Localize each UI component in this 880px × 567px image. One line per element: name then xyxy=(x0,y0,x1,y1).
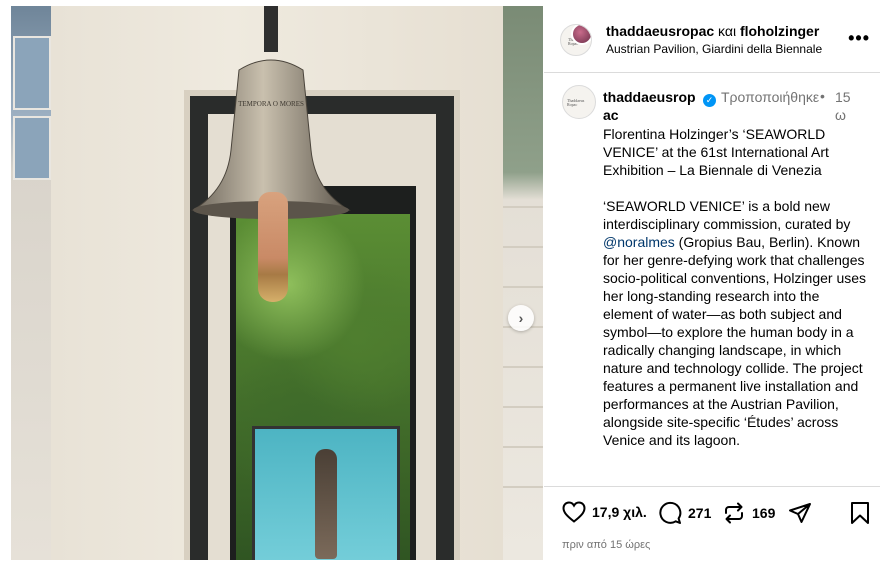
post-caption: Thaddaeus Ropac thaddaeusropac ✓ Τροποπο… xyxy=(544,73,880,485)
caption-avatar[interactable]: Thaddaeus Ropac xyxy=(562,85,596,119)
caption-time[interactable]: 15 ω xyxy=(835,88,861,124)
caption-text: Florentina Holzinger’s ‘SEAWORLD VENICE’… xyxy=(603,125,869,467)
suspended-performer xyxy=(258,192,288,302)
bookmark-icon[interactable] xyxy=(850,501,870,525)
post-actions: 17,9 χιλ. 271 169 πριν από 15 ώρες xyxy=(544,486,880,567)
heart-icon[interactable] xyxy=(562,501,586,523)
verified-badge-icon: ✓ xyxy=(703,94,716,107)
bell-chain xyxy=(264,6,278,52)
comment-action[interactable]: 271 xyxy=(658,501,711,525)
post-panel: Thaddaeus Ropac thaddaeusropac και floho… xyxy=(544,0,880,566)
author-username[interactable]: thaddaeusropac xyxy=(606,23,714,39)
repost-action[interactable]: 169 xyxy=(722,501,775,525)
collaborator-avatar[interactable] xyxy=(571,25,591,45)
post-timestamp[interactable]: πριν από 15 ώρες xyxy=(562,539,650,551)
diver-figure xyxy=(315,449,337,559)
separator-dot: • xyxy=(820,88,825,104)
share-action[interactable] xyxy=(788,501,812,525)
background-building-right xyxy=(503,6,543,560)
caption-line-1: Florentina Holzinger’s ‘SEAWORLD VENICE’… xyxy=(603,126,829,178)
water-tank xyxy=(252,426,400,560)
caption-username[interactable]: thaddaeusropac xyxy=(603,88,703,124)
post-location[interactable]: Austrian Pavilion, Giardini della Bienna… xyxy=(606,42,822,56)
mention-link[interactable]: @noralmes xyxy=(603,234,675,250)
like-count[interactable]: 17,9 χιλ. xyxy=(592,504,647,520)
post-header: Thaddaeus Ropac thaddaeusropac και floho… xyxy=(544,0,880,73)
next-image-button[interactable]: › xyxy=(508,305,534,331)
background-building-left xyxy=(11,6,51,560)
save-action[interactable] xyxy=(850,501,870,525)
post-authors: thaddaeusropac και floholzinger xyxy=(606,23,820,39)
comment-icon[interactable] xyxy=(658,501,682,525)
send-icon[interactable] xyxy=(788,501,812,525)
like-action[interactable]: 17,9 χιλ. xyxy=(562,501,647,523)
repost-icon[interactable] xyxy=(722,501,746,525)
edited-label: Τροποποιήθηκε xyxy=(721,89,820,105)
comment-count[interactable]: 271 xyxy=(688,505,711,521)
chevron-right-icon: › xyxy=(518,310,524,326)
bell-inscription: TEMPORA O MORES xyxy=(238,100,304,108)
repost-count[interactable]: 169 xyxy=(752,505,775,521)
collaborator-username[interactable]: floholzinger xyxy=(740,23,819,39)
post-media[interactable]: TEMPORA O MORES xyxy=(11,6,543,560)
author-avatar[interactable]: Thaddaeus Ropac xyxy=(560,24,592,56)
more-options-icon[interactable]: ••• xyxy=(848,28,870,49)
caption-paragraph-2: ‘SEAWORLD VENICE’ is a bold new interdis… xyxy=(603,198,867,448)
